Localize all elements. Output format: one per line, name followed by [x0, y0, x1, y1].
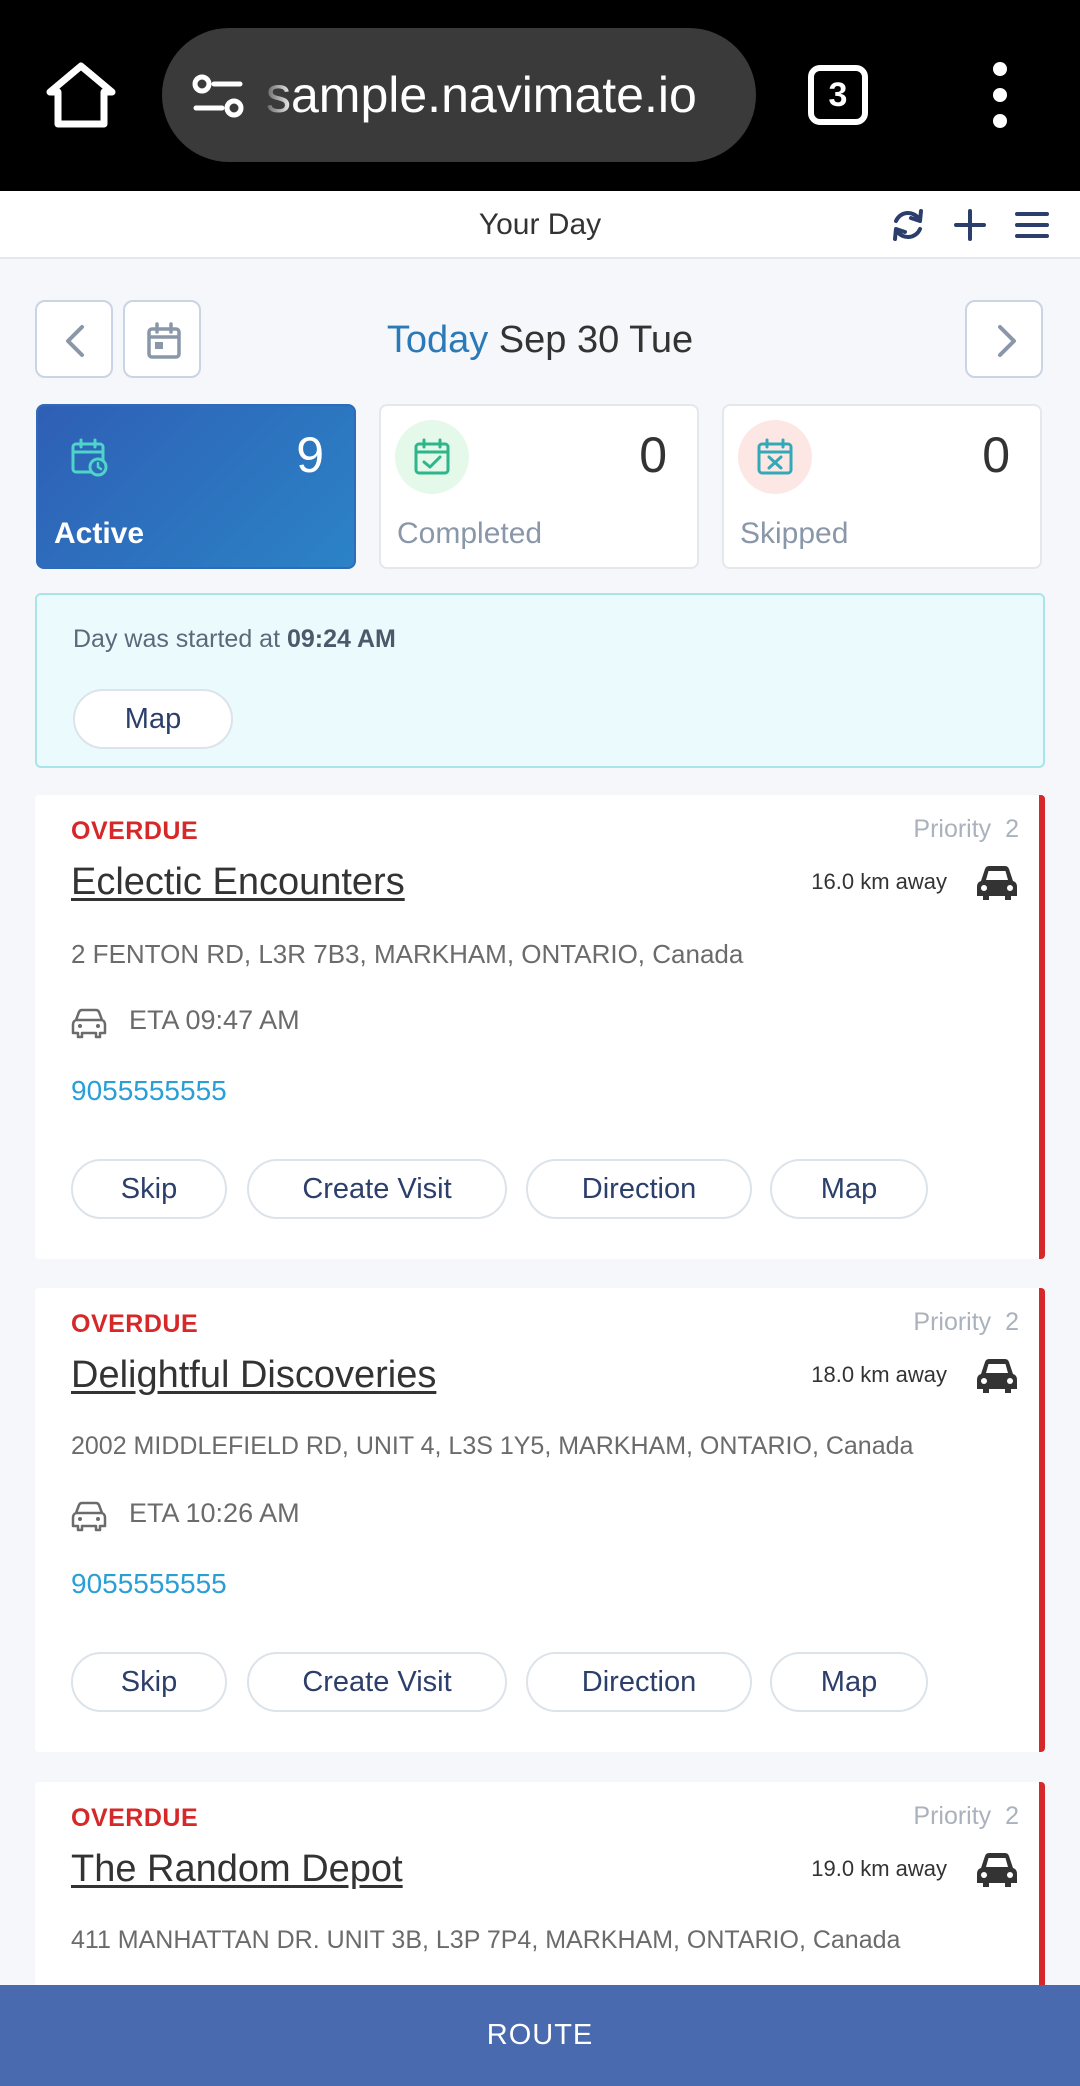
today-label: Today: [386, 319, 489, 361]
chevron-left-icon: [66, 325, 84, 357]
distance-text: 19.0 km away: [811, 1856, 947, 1881]
create-visit-button[interactable]: Create Visit: [247, 1159, 507, 1219]
skipped-label: Skipped: [740, 517, 849, 550]
route-button[interactable]: ROUTE: [0, 1985, 1080, 2086]
car-icon: [977, 1853, 1017, 1887]
stop-name-link[interactable]: The Random Depot: [71, 1848, 403, 1891]
completed-stat-card[interactable]: 0 Completed: [379, 404, 699, 569]
address-bar[interactable]: sample.navimate.io: [162, 28, 756, 162]
phone-link[interactable]: 9055555555: [71, 1075, 227, 1107]
priority-label: Priority 2: [913, 1802, 1019, 1830]
priority-label: Priority 2: [913, 815, 1019, 843]
plus-icon[interactable]: [950, 205, 990, 245]
eta-text: ETA 10:26 AM: [129, 1498, 300, 1528]
stop-card[interactable]: OVERDUE Priority 2 Delightful Discoverie…: [35, 1288, 1045, 1752]
skipped-stat-card[interactable]: 0 Skipped: [722, 404, 1042, 569]
phone-link[interactable]: 9055555555: [71, 1568, 227, 1600]
day-started-time: 09:24 AM: [286, 625, 396, 653]
car-icon: [977, 866, 1017, 900]
active-calendar-icon: [52, 420, 126, 494]
taxi-icon: [71, 1008, 107, 1039]
map-button[interactable]: Map: [770, 1159, 928, 1219]
stop-name-link[interactable]: Delightful Discoveries: [71, 1354, 436, 1397]
map-button[interactable]: Map: [770, 1652, 928, 1712]
chevron-right-icon: [998, 325, 1016, 357]
date-text: Sep 30 Tue: [498, 319, 694, 361]
hamburger-icon[interactable]: [1012, 205, 1052, 245]
completed-count: 0: [639, 427, 667, 483]
completed-calendar-icon: [395, 420, 469, 494]
day-started-panel: Day was started at 09:24 AM Map: [35, 593, 1045, 768]
overdue-badge: OVERDUE: [71, 1310, 199, 1338]
refresh-icon[interactable]: [888, 205, 928, 245]
tune-icon[interactable]: [190, 68, 246, 124]
skipped-calendar-icon: [738, 420, 812, 494]
stop-card[interactable]: OVERDUE Priority 2 Eclectic Encounters 1…: [35, 795, 1045, 1259]
browser-menu-icon[interactable]: [980, 62, 1020, 128]
calendar-button[interactable]: [123, 300, 201, 378]
stop-card[interactable]: OVERDUE Priority 2 The Random Depot 19.0…: [35, 1782, 1045, 2012]
calendar-icon: [147, 322, 181, 359]
active-count: 9: [296, 427, 324, 483]
skip-button[interactable]: Skip: [71, 1159, 227, 1219]
tab-switcher-button[interactable]: 3: [808, 65, 868, 125]
completed-label: Completed: [397, 517, 543, 550]
stop-address: 2002 MIDDLEFIELD RD, UNIT 4, L3S 1Y5, MA…: [71, 1432, 914, 1460]
direction-button[interactable]: Direction: [526, 1652, 752, 1712]
taxi-icon: [71, 1501, 107, 1532]
car-icon: [977, 1359, 1017, 1393]
stop-address: 411 MANHATTAN DR. UNIT 3B, L3P 7P4, MARK…: [71, 1926, 901, 1954]
distance-text: 18.0 km away: [811, 1362, 947, 1387]
distance-text: 16.0 km away: [811, 869, 947, 894]
priority-label: Priority 2: [913, 1308, 1019, 1336]
stop-address: 2 FENTON RD, L3R 7B3, MARKHAM, ONTARIO, …: [71, 939, 744, 969]
skipped-count: 0: [982, 427, 1010, 483]
browser-toolbar: sample.navimate.io 3: [0, 0, 1080, 191]
next-day-button[interactable]: [965, 300, 1043, 378]
home-icon[interactable]: [44, 58, 118, 132]
overdue-badge: OVERDUE: [71, 1804, 199, 1832]
active-stat-card[interactable]: 9 Active: [36, 404, 356, 569]
eta-text: ETA 09:47 AM: [129, 1005, 300, 1035]
day-started-text: Day was started at 09:24 AM: [73, 625, 396, 653]
skip-button[interactable]: Skip: [71, 1652, 227, 1712]
previous-day-button[interactable]: [35, 300, 113, 378]
url-fade: [258, 28, 294, 162]
url-text: sample.navimate.io: [266, 67, 697, 123]
direction-button[interactable]: Direction: [526, 1159, 752, 1219]
active-label: Active: [54, 517, 145, 550]
day-map-button[interactable]: Map: [73, 689, 233, 749]
create-visit-button[interactable]: Create Visit: [247, 1652, 507, 1712]
date-label: Today Sep 30 Tue: [230, 310, 850, 370]
overdue-badge: OVERDUE: [71, 817, 199, 845]
app-header: Your Day: [0, 191, 1080, 259]
stop-name-link[interactable]: Eclectic Encounters: [71, 861, 405, 904]
